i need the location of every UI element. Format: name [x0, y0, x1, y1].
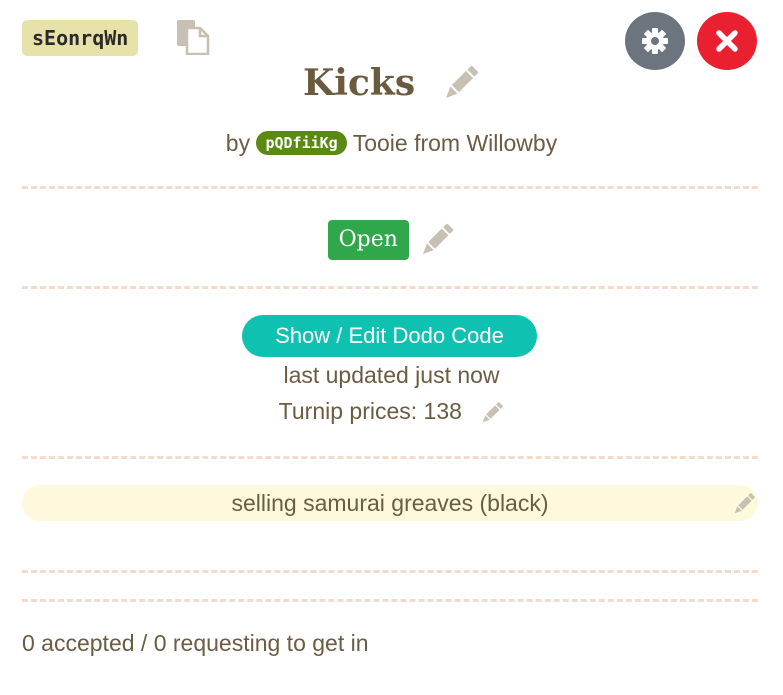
divider [22, 456, 758, 459]
user-code-badge: pQDfiiKg [256, 131, 347, 155]
divider [22, 286, 758, 289]
owner-name: Tooie from Willowby [352, 130, 558, 156]
note-text: selling samurai greaves (black) [231, 490, 549, 516]
edit-note-pencil-icon[interactable] [732, 492, 756, 516]
turnip-prices-row: Turnip prices: 138 [0, 398, 783, 425]
listing-note: selling samurai greaves (black) [22, 485, 758, 521]
divider [22, 570, 758, 573]
turnip-label: Turnip prices: [278, 398, 418, 424]
copy-icon[interactable] [176, 19, 210, 55]
status-badge: Open [327, 220, 409, 260]
title-row: Kicks [0, 62, 783, 104]
dodo-code-button[interactable]: Show / Edit Dodo Code [242, 315, 537, 357]
close-icon [716, 30, 738, 52]
turnip-value: 138 [423, 398, 462, 424]
divider [22, 599, 758, 602]
edit-title-pencil-icon[interactable] [442, 64, 480, 102]
listing-title: Kicks [302, 62, 416, 104]
byline: by pQDfiiKg Tooie from Willowby [0, 130, 783, 157]
request-count-text: 0 accepted / 0 requesting to get in [22, 630, 369, 656]
divider [22, 186, 758, 189]
status-row: Open [0, 220, 783, 260]
edit-turnip-pencil-icon[interactable] [480, 401, 504, 425]
gear-icon [642, 28, 668, 54]
last-updated-text: last updated just now [283, 362, 500, 388]
island-code-badge: sEonrqWn [22, 20, 139, 56]
edit-status-pencil-icon[interactable] [419, 222, 455, 258]
by-prefix: by [225, 130, 251, 156]
